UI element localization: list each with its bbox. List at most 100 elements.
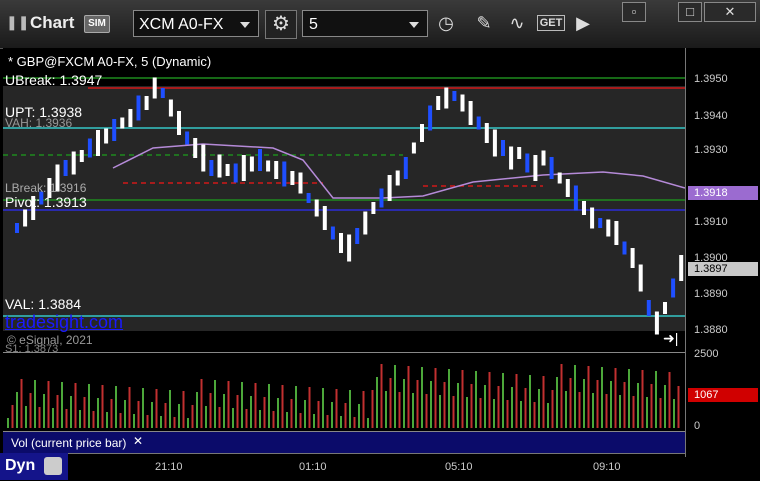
price-bar [565,179,570,197]
price-bar [428,105,433,131]
volume-pane[interactable] [3,352,685,432]
volume-bar [659,398,662,428]
volume-bar [587,366,590,428]
volume-bar [443,382,446,428]
price-tick: 1.3950 [694,73,728,85]
chevron-down-icon[interactable] [409,22,419,28]
volume-bar [394,365,396,428]
time-axis[interactable]: 21:10 01:10 05:10 09:10 [3,453,685,480]
volume-bar [358,404,360,428]
volume-bar [299,413,302,428]
volume-bar [448,369,450,428]
volume-bar [124,400,126,428]
volume-bar [619,395,621,428]
price-bar [298,172,303,194]
volume-bar [398,392,401,428]
pencil-icon[interactable]: ✎ [470,10,498,37]
chevron-down-icon[interactable] [240,22,250,28]
clock-icon[interactable]: ◷ [432,10,460,37]
volume-bar [574,365,576,428]
price-bar [282,161,287,187]
volume-bar [403,379,405,428]
price-bar [582,201,586,215]
price-bar [371,202,376,214]
price-bar [63,160,68,176]
interval-select[interactable]: 5 [302,10,428,37]
volume-tag: 1067 [688,388,758,402]
pause-icon[interactable]: ❚❚ [6,14,29,31]
price-bar [379,188,384,208]
volume-bar [259,410,261,428]
volume-bar [457,383,459,428]
volume-bar [16,392,18,428]
close-icon[interactable]: ✕ [133,434,143,448]
price-bar [590,207,595,229]
toolbar: ❚❚ Chart SIM XCM A0-FX ⚙ 5 ◷ ✎ ∿ GET ▶ ▫… [0,0,760,49]
volume-bar [596,380,599,428]
volume-bar [322,388,324,428]
volume-tick: 2500 [694,348,719,360]
volume-bar [529,375,531,428]
volume-bar [286,412,288,428]
volume-bar [389,378,392,428]
volume-bar [308,387,311,428]
volume-bar [367,418,369,428]
volume-bar [623,382,626,428]
volume-study-label: Vol (current price bar) [11,436,127,450]
volume-bar [43,394,45,428]
volume-bar [511,387,513,428]
volume-bar [556,377,558,428]
volume-bar [250,396,252,428]
volume-bar [524,388,527,428]
volume-bar [407,366,410,428]
price-bar [420,124,424,142]
volume-bar [538,389,540,428]
sim-badge: SIM [84,15,110,33]
link-icon[interactable] [44,457,62,475]
volume-bar [254,383,257,428]
volume-bar [101,385,104,428]
price-chart[interactable] [3,48,685,351]
price-tick: 1.3890 [694,288,728,300]
volume-bar [344,403,347,428]
price-bar [201,144,206,172]
price-bar [395,170,400,186]
study-icon[interactable]: ∿ [503,10,531,37]
volume-bar [542,376,545,428]
minimize-button[interactable]: ▫ [622,2,646,22]
volume-bar [349,390,351,428]
ma-price-tag: 1.3918 [688,186,758,200]
price-bar [128,109,133,127]
symbol-input[interactable]: XCM A0-FX [133,10,259,37]
level-label-pivot: Pivot: 1.3913 [5,194,87,210]
volume-chart[interactable] [3,353,685,432]
volume-bar [83,397,86,428]
volume-bar [110,399,113,428]
volume-bar [502,373,504,428]
price-bar [663,302,667,314]
volume-bar [187,418,189,428]
price-axis[interactable]: 1.3950 1.3940 1.3930 1.3918 1.3910 1.390… [685,48,760,457]
price-pane[interactable]: * GBP@FXCM A0-FX, 5 (Dynamic) UBreak: 1.… [3,48,685,355]
volume-bar [650,384,653,428]
play-icon[interactable]: ▶ [569,10,597,37]
price-bar [598,218,603,228]
price-bar [501,140,505,156]
volume-bar [295,386,297,428]
volume-study-tab[interactable]: Vol (current price bar) ✕ [3,431,685,454]
close-button[interactable]: ✕ [704,2,756,22]
gear-icon[interactable]: ⚙ [265,10,297,39]
volume-bar [335,389,338,428]
scroll-to-end-icon[interactable]: ➜| [663,330,678,347]
price-bar [185,131,190,145]
dynamic-toggle[interactable]: Dyn [0,453,68,480]
volume-bar [385,391,387,428]
price-bar [444,87,449,109]
get-icon[interactable]: GET [536,10,566,37]
price-bar [533,155,538,181]
volume-bar [677,386,680,428]
maximize-button[interactable]: □ [678,2,702,22]
volume-bar [461,370,464,428]
price-bar [249,156,254,172]
volume-bar [268,384,270,428]
